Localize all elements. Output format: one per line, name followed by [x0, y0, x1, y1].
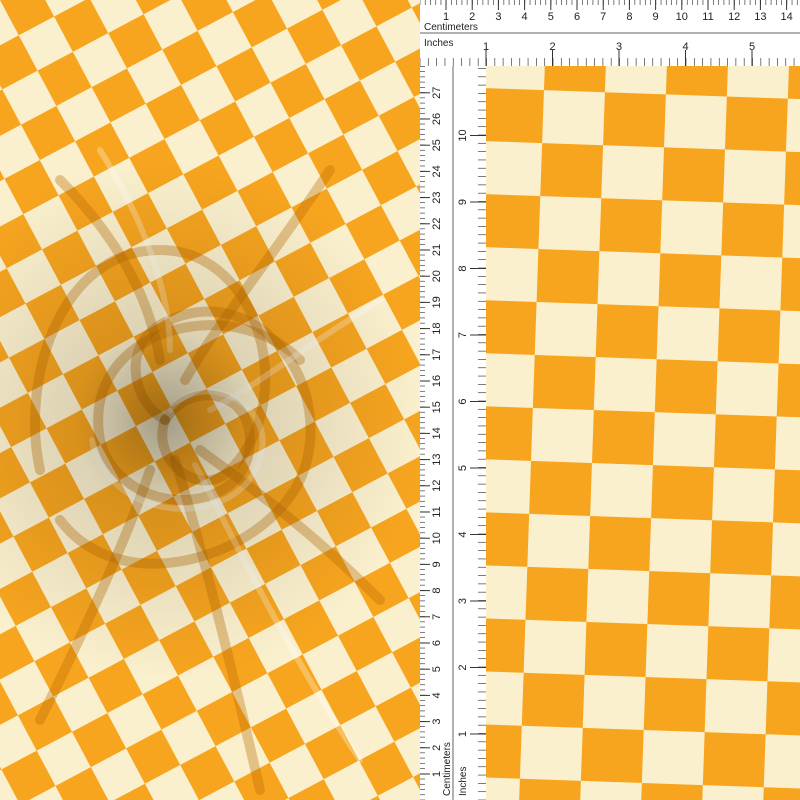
left-ruler-cm-tick-label: 13	[431, 453, 443, 465]
top-ruler-cm-tick-label: 12	[728, 11, 740, 23]
left-ruler-inch-tick-label: 5	[457, 465, 469, 471]
left-ruler-cm-tick-label: 10	[431, 532, 443, 544]
top-ruler-cm-tick-label: 14	[780, 11, 792, 23]
left-ruler-cm-tick-label: 12	[431, 480, 443, 492]
left-ruler-cm-tick-label: 18	[431, 322, 443, 334]
top-ruler-cm-tick-label: 11	[702, 11, 713, 23]
left-ruler-cm-tick-label: 7	[431, 614, 443, 620]
left-ruler-cm-tick-label: 23	[431, 191, 443, 203]
top-ruler-inch-tick-label: 5	[749, 41, 755, 53]
left-ruler-cm-tick-label: 24	[431, 165, 443, 177]
top-ruler-inch-label: Inches	[424, 38, 453, 49]
left-ruler-cm-tick-label: 3	[431, 719, 443, 725]
left-ruler-inch-tick-label: 10	[457, 129, 469, 141]
left-ruler-cm-tick-label: 4	[431, 692, 443, 698]
left-ruler-inch-label: Inches	[458, 767, 469, 796]
left-ruler-cm-tick-label: 5	[431, 666, 443, 672]
left-ruler-inch-tick-label: 6	[457, 398, 469, 404]
left-ruler-cm-tick-label: 11	[431, 506, 443, 517]
top-ruler-cm-tick-label: 9	[653, 11, 659, 23]
left-ruler-cm-tick-label: 19	[431, 296, 443, 308]
top-ruler-cm-tick-label: 7	[600, 11, 606, 23]
top-ruler-inch-tick-label: 3	[616, 41, 622, 53]
left-ruler-inch-tick-label: 4	[457, 531, 469, 537]
left-ruler-inch-tick-label: 7	[457, 332, 469, 338]
flat-fabric-photo	[486, 66, 800, 800]
left-ruler-cm-tick-label: 20	[431, 270, 443, 282]
top-ruler-inch-tick-label: 1	[483, 41, 489, 53]
left-ruler-inch-tick-label: 8	[457, 265, 469, 271]
top-ruler-cm-tick-label: 8	[626, 11, 632, 23]
top-ruler-cm-tick-label: 5	[548, 11, 554, 23]
left-ruler-cm-label: Centimeters	[442, 742, 453, 796]
left-ruler-cm-tick-label: 25	[431, 139, 443, 151]
left-ruler-cm-tick-label: 9	[431, 561, 443, 567]
left-ruler-inch-tick-label: 3	[457, 598, 469, 604]
left-ruler: 1 2 3 4 5 6 7 8 9 10 11 12 13 14 15 16 17 18 19 20 21 22 23 24 2…	[420, 66, 486, 800]
top-ruler: 1 2 3 4 5 6 7 8 9 10 11 12 13 14 12345 Centimeters In…	[420, 0, 800, 66]
left-ruler-inch-tick-label: 1	[457, 731, 469, 737]
swirled-fabric-photo	[0, 0, 420, 800]
left-ruler-cm-tick-label: 15	[431, 401, 443, 413]
left-ruler-cm-tick-label: 6	[431, 640, 443, 646]
top-ruler-cm-tick-label: 4	[522, 11, 528, 23]
top-ruler-cm-tick-label: 13	[754, 11, 766, 23]
top-ruler-inch-tick-label: 4	[682, 41, 688, 53]
top-ruler-inch-tick-label: 2	[549, 41, 555, 53]
top-ruler-cm-tick-label: 10	[676, 11, 688, 23]
left-ruler-inch-tick-label: 2	[457, 664, 469, 670]
left-ruler-inch-tick-label: 9	[457, 199, 469, 205]
left-ruler-cm-tick-label: 17	[431, 349, 443, 361]
left-ruler-cm-tick-label: 21	[431, 244, 443, 256]
left-ruler-cm-tick-label: 22	[431, 218, 443, 230]
left-ruler-cm-tick-label: 26	[431, 113, 443, 125]
top-ruler-cm-tick-label: 6	[574, 11, 580, 23]
left-ruler-cm-tick-label: 14	[431, 427, 443, 439]
top-ruler-cm-label: Centimeters	[424, 22, 478, 33]
top-ruler-cm-tick-label: 3	[495, 11, 501, 23]
left-ruler-cm-tick-label: 8	[431, 588, 443, 594]
left-ruler-cm-tick-label: 16	[431, 375, 443, 387]
left-ruler-cm-tick-label: 27	[431, 87, 443, 99]
